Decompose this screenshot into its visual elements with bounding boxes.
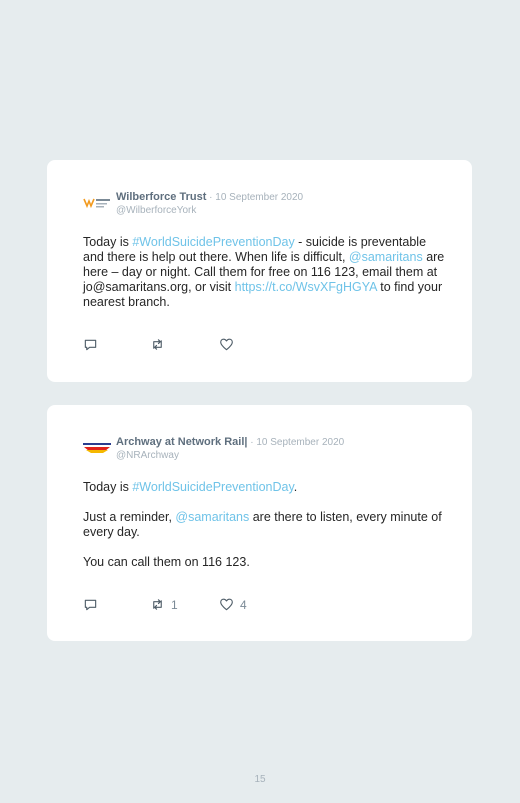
tweet-header: Wilberforce Trust · 10 September 2020 @W…	[116, 189, 303, 217]
like-icon	[220, 598, 233, 611]
tweet-text: Today is #WorldSuicidePreventionDay - su…	[83, 235, 448, 310]
reply-icon	[84, 339, 97, 351]
author-handle[interactable]: @WilberforceYork	[116, 204, 303, 217]
reply-icon	[84, 599, 97, 611]
like-button[interactable]: 4	[219, 597, 247, 612]
author-handle[interactable]: @NRArchway	[116, 449, 344, 462]
retweet-button[interactable]: 1	[150, 597, 178, 612]
tweet-card: Wilberforce Trust · 10 September 2020 @W…	[47, 160, 472, 382]
retweet-count: 1	[171, 597, 178, 612]
date-separator: ·	[206, 192, 216, 203]
retweet-button[interactable]	[150, 337, 171, 352]
tweet-header: Archway at Network Rail| · 10 September …	[116, 434, 344, 462]
reply-button[interactable]	[83, 337, 98, 352]
like-button[interactable]	[219, 337, 240, 352]
tweet-card: Archway at Network Rail| · 10 September …	[47, 405, 472, 641]
text-paragraph: You can call them on 116 123.	[83, 555, 250, 569]
like-count: 4	[240, 597, 247, 612]
text-segment: Just a reminder,	[83, 510, 176, 524]
tweet-text: Today is #WorldSuicidePreventionDay. Jus…	[83, 480, 448, 570]
retweet-icon	[153, 339, 162, 350]
date-separator: ·	[247, 437, 257, 448]
mention-link[interactable]: @samaritans	[349, 250, 423, 264]
hashtag-link[interactable]: #WorldSuicidePreventionDay	[132, 480, 293, 494]
hashtag-link[interactable]: #WorldSuicidePreventionDay	[132, 235, 294, 249]
tweet-date[interactable]: 10 September 2020	[256, 437, 344, 448]
reply-button[interactable]	[83, 597, 98, 612]
retweet-icon	[153, 599, 162, 610]
mention-link[interactable]: @samaritans	[175, 510, 249, 524]
like-icon	[220, 338, 233, 351]
author-name[interactable]: Archway at Network Rail	[116, 436, 244, 448]
url-link[interactable]: https://t.co/WsvXFgHGYA	[235, 280, 377, 294]
tweet-date[interactable]: 10 September 2020	[215, 192, 303, 203]
text-segment: Today is	[83, 480, 133, 494]
page-number: 15	[254, 774, 266, 785]
text-segment: .	[293, 480, 298, 494]
avatar[interactable]	[83, 194, 111, 210]
avatar[interactable]	[83, 439, 111, 455]
text-segment: Today is	[83, 235, 133, 249]
author-name[interactable]: Wilberforce Trust	[116, 191, 206, 203]
